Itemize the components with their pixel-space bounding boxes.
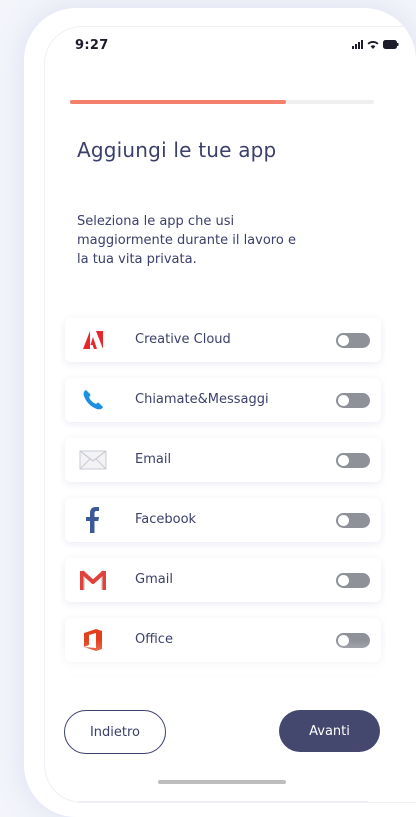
status-icons bbox=[352, 40, 399, 49]
adobe-icon bbox=[79, 328, 107, 352]
signal-icon bbox=[352, 40, 363, 49]
app-label: Creative Cloud bbox=[135, 332, 231, 347]
page-title: Aggiungi le tue app bbox=[77, 138, 277, 162]
list-fade bbox=[60, 640, 390, 696]
next-button[interactable]: Avanti bbox=[279, 710, 380, 752]
back-button[interactable]: Indietro bbox=[64, 710, 166, 754]
app-toggle[interactable] bbox=[336, 333, 370, 348]
divider bbox=[78, 801, 368, 802]
page-description: Seleziona le app che usi maggiormente du… bbox=[77, 214, 296, 267]
phone-icon bbox=[79, 388, 107, 412]
app-row-gmail[interactable]: Gmail bbox=[65, 558, 381, 602]
gmail-icon bbox=[79, 568, 107, 592]
app-row-creative-cloud[interactable]: Creative Cloud bbox=[65, 318, 381, 362]
facebook-icon bbox=[79, 507, 107, 533]
toggle-knob bbox=[338, 575, 349, 586]
app-toggle[interactable] bbox=[336, 393, 370, 408]
app-row-email[interactable]: Email bbox=[65, 438, 381, 482]
mail-icon bbox=[79, 448, 107, 472]
app-row-calls[interactable]: Chiamate&Messaggi bbox=[65, 378, 381, 422]
app-row-facebook[interactable]: Facebook bbox=[65, 498, 381, 542]
home-indicator[interactable] bbox=[158, 780, 286, 784]
toggle-knob bbox=[338, 395, 349, 406]
app-toggle[interactable] bbox=[336, 513, 370, 528]
toggle-knob bbox=[338, 335, 349, 346]
app-label: Facebook bbox=[135, 512, 197, 527]
progress-fill bbox=[70, 100, 286, 104]
status-time: 9:27 bbox=[75, 38, 109, 53]
app-toggle[interactable] bbox=[336, 453, 370, 468]
app-label: Gmail bbox=[135, 572, 173, 587]
wifi-icon bbox=[367, 41, 379, 49]
progress-bar bbox=[70, 100, 374, 104]
app-list[interactable]: Creative Cloud Chiamate&Messaggi Email F… bbox=[60, 312, 386, 692]
toggle-knob bbox=[338, 515, 349, 526]
toggle-knob bbox=[338, 455, 349, 466]
app-toggle[interactable] bbox=[336, 573, 370, 588]
battery-icon bbox=[383, 40, 399, 49]
app-label: Email bbox=[135, 452, 172, 467]
app-label: Chiamate&Messaggi bbox=[135, 392, 269, 407]
